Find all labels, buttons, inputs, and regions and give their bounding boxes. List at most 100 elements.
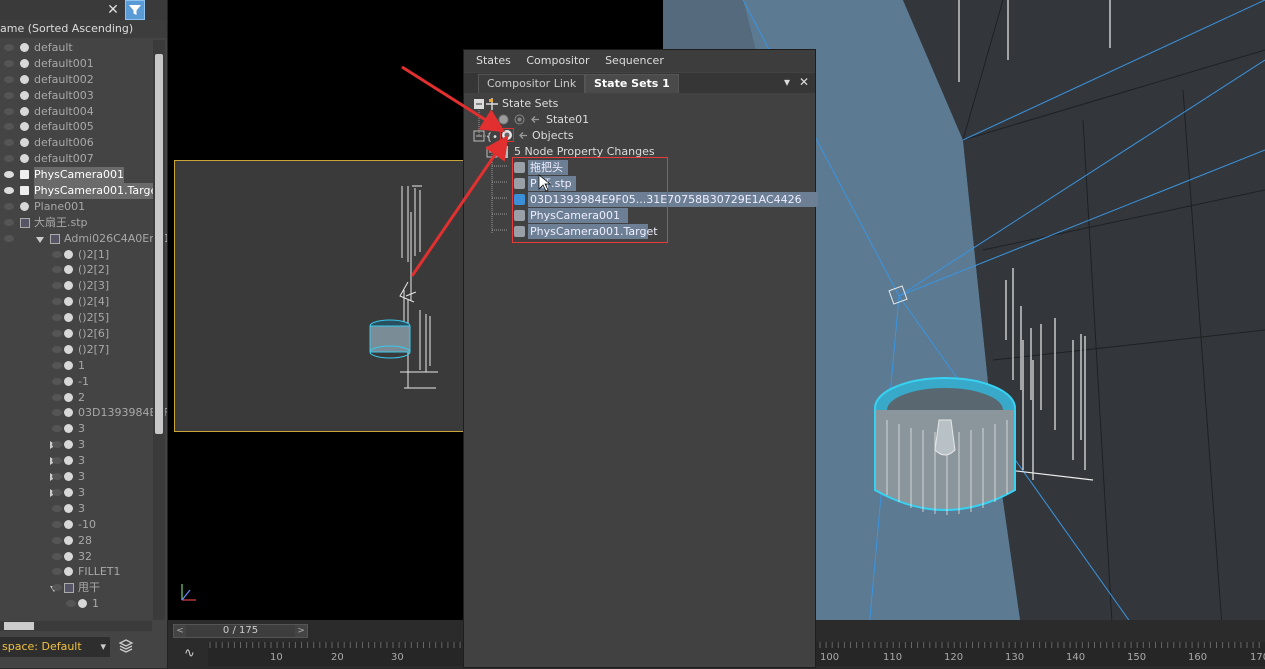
eye-icon[interactable] (4, 171, 14, 179)
eye-icon[interactable] (52, 377, 62, 385)
eye-icon[interactable] (4, 218, 14, 226)
eye-icon[interactable] (52, 504, 62, 512)
explorer-item[interactable]: ()2[5] (0, 310, 152, 326)
explorer-column-header[interactable]: ame (Sorted Ascending) (0, 20, 167, 38)
menu-compositor[interactable]: Compositor (526, 50, 589, 72)
explorer-item[interactable]: default004 (0, 104, 152, 120)
explorer-item[interactable]: default (0, 40, 152, 56)
explorer-item[interactable]: 甩干 (0, 580, 152, 596)
explorer-item[interactable]: ()2[4] (0, 294, 152, 310)
eye-icon[interactable] (4, 234, 14, 242)
chevron-left-icon[interactable]: < (174, 625, 186, 637)
explorer-item[interactable]: 1 (0, 596, 152, 612)
explorer-item[interactable]: PhysCamera001 (0, 167, 152, 184)
curve-icon[interactable]: ∿ (184, 642, 206, 666)
eye-icon[interactable] (4, 75, 14, 83)
explorer-item[interactable]: 3 (0, 453, 152, 469)
explorer-item[interactable]: ()2[3] (0, 278, 152, 294)
eye-icon[interactable] (4, 139, 14, 147)
explorer-item[interactable]: -1 (0, 374, 152, 390)
explorer-item[interactable]: -10 (0, 517, 152, 533)
eye-icon[interactable] (52, 536, 62, 544)
eye-icon[interactable] (52, 266, 62, 274)
eye-icon[interactable] (52, 282, 62, 290)
explorer-vertical-scrollbar[interactable] (153, 40, 165, 620)
scrollbar-thumb[interactable] (155, 54, 163, 434)
explorer-item[interactable]: default003 (0, 88, 152, 104)
explorer-item[interactable]: 3 (0, 469, 152, 485)
eye-icon[interactable] (52, 298, 62, 306)
eye-icon[interactable] (4, 123, 14, 131)
close-icon[interactable]: ✕ (104, 0, 122, 20)
eye-icon[interactable] (52, 457, 62, 465)
eye-icon[interactable] (52, 425, 62, 433)
explorer-item[interactable]: 1 (0, 358, 152, 374)
explorer-item[interactable]: Admi026C4A0Eng1h (0, 231, 167, 247)
explorer-item[interactable]: 32 (0, 549, 152, 565)
explorer-item[interactable]: 3 (0, 485, 152, 501)
explorer-item[interactable]: 大扇王.stp (0, 215, 152, 231)
eye-icon[interactable] (4, 59, 14, 67)
eye-icon[interactable] (52, 584, 62, 592)
explorer-item[interactable]: 28 (0, 533, 152, 549)
eye-icon[interactable] (52, 441, 62, 449)
eye-icon[interactable] (4, 44, 14, 51)
close-icon[interactable]: ✕ (799, 75, 809, 89)
explorer-item[interactable]: FILLET1 (0, 564, 152, 580)
eye-icon[interactable] (52, 250, 62, 258)
eye-icon[interactable] (52, 330, 62, 338)
explorer-item[interactable]: ()2[1] (0, 247, 152, 263)
tab-compositor-link[interactable]: Compositor Link (478, 74, 586, 93)
dropdown-icon[interactable]: ▾ (784, 75, 790, 89)
eye-icon[interactable] (4, 155, 14, 163)
menu-states[interactable]: States (476, 50, 511, 72)
eye-icon[interactable] (52, 552, 62, 560)
filter-icon[interactable] (125, 0, 145, 20)
explorer-item[interactable]: ()2[7] (0, 342, 152, 358)
time-slider[interactable]: < 0 / 175 > (173, 624, 308, 638)
eye-icon[interactable] (4, 187, 14, 195)
explorer-item[interactable]: 3 (0, 437, 152, 453)
explorer-item[interactable]: default002 (0, 72, 152, 88)
eye-icon[interactable] (52, 314, 62, 322)
explorer-item[interactable]: PhysCamera001.Target (0, 183, 162, 199)
explorer-horizontal-scrollbar[interactable] (0, 621, 152, 631)
eye-icon[interactable] (52, 520, 62, 528)
scrollbar-thumb[interactable] (4, 622, 34, 630)
ruler-tick-label: 150 (1127, 652, 1147, 663)
record-active-icon[interactable] (500, 128, 514, 142)
eye-icon[interactable] (52, 568, 62, 576)
tab-state-sets-1[interactable]: State Sets 1 (585, 74, 679, 93)
eye-icon[interactable] (66, 600, 76, 608)
explorer-item[interactable]: ()2[2] (0, 262, 152, 278)
record-icon[interactable] (498, 114, 509, 125)
explorer-item[interactable]: ()2[6] (0, 326, 152, 342)
eye-icon[interactable] (52, 409, 62, 417)
explorer-item[interactable]: default007 (0, 151, 152, 167)
eye-icon[interactable] (52, 361, 62, 369)
eye-icon[interactable] (4, 107, 14, 115)
radio-icon[interactable] (514, 114, 525, 125)
explorer-item[interactable]: 03D1393984E9F5 (0, 405, 167, 421)
tree-row-objects[interactable]: {•} Objects (464, 128, 815, 144)
chevron-right-icon[interactable]: > (295, 625, 307, 637)
explorer-item[interactable]: default001 (0, 56, 152, 72)
tree-row-state-sets[interactable]: State Sets (464, 96, 815, 112)
explorer-item[interactable]: default005 (0, 119, 152, 135)
menu-sequencer[interactable]: Sequencer (605, 50, 664, 72)
eye-icon[interactable] (4, 91, 14, 99)
eye-icon[interactable] (52, 488, 62, 496)
expand-down-icon[interactable] (36, 236, 44, 243)
explorer-item[interactable]: 2 (0, 390, 152, 406)
explorer-item[interactable]: 3 (0, 421, 152, 437)
eye-icon[interactable] (4, 202, 14, 210)
eye-icon[interactable] (52, 393, 62, 401)
eye-icon[interactable] (52, 345, 62, 353)
layers-icon[interactable] (116, 638, 136, 658)
eye-icon[interactable] (52, 473, 62, 481)
explorer-item[interactable]: Plane001 (0, 199, 152, 215)
workspace-dropdown[interactable]: space: Default ▾ (0, 637, 110, 657)
explorer-item[interactable]: default006 (0, 135, 152, 151)
explorer-item[interactable]: 3 (0, 501, 152, 517)
tree-row-state01[interactable]: State01 (464, 112, 815, 128)
